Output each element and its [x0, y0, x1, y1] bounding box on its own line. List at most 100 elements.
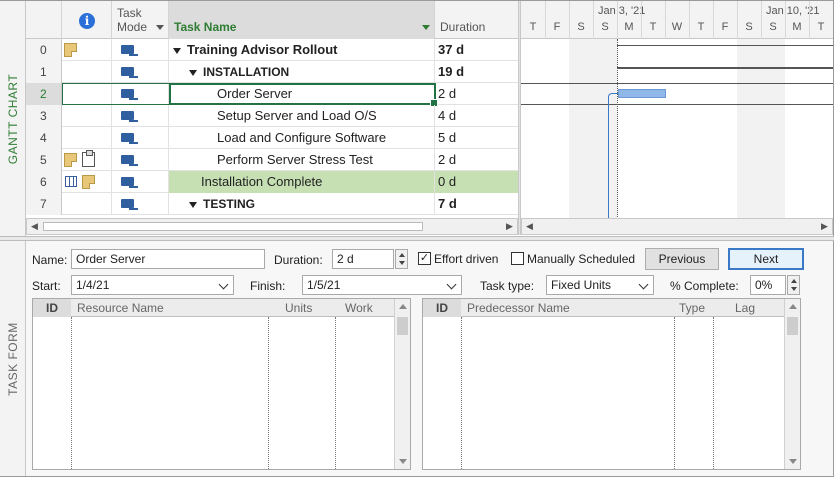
duration-cell[interactable]: 7 d	[435, 193, 518, 215]
duration-input[interactable]: 2 d	[332, 249, 394, 269]
scroll-right-icon[interactable]: ▶	[817, 219, 832, 234]
duration-spinner[interactable]	[395, 249, 408, 269]
table-horizontal-scrollbar[interactable]: ◀ ▶	[26, 218, 518, 235]
percent-complete-spinner[interactable]	[787, 275, 800, 295]
task-name-cell[interactable]: Training Advisor Rollout	[169, 39, 435, 61]
units-header[interactable]: Units	[281, 299, 335, 317]
task-mode-cell[interactable]	[112, 127, 169, 149]
row-number[interactable]: 2	[26, 83, 62, 105]
task-name-column-header[interactable]: Task Name	[169, 1, 435, 39]
chevron-down-icon[interactable]	[446, 279, 457, 290]
scroll-thumb[interactable]	[397, 317, 408, 335]
task-name-cell[interactable]: Installation Complete	[169, 171, 435, 193]
predecessor-name-header[interactable]: Predecessor Name	[463, 299, 663, 317]
table-row[interactable]: 4 Load and Configure Software 5 d	[26, 127, 518, 149]
table-row[interactable]: 1 INSTALLATION 19 d	[26, 61, 518, 83]
chevron-down-icon[interactable]	[638, 279, 649, 290]
task-mode-column-header[interactable]: Task Mode	[112, 1, 169, 39]
table-row-selected[interactable]: 2 Order Server 2 d	[26, 83, 518, 107]
table-row[interactable]: 3 Setup Server and Load O/S 4 d	[26, 105, 518, 127]
collapse-triangle-icon[interactable]	[173, 47, 181, 54]
note-icon[interactable]	[82, 175, 95, 189]
task-mode-cell[interactable]	[112, 105, 169, 127]
task-form-view-label[interactable]: TASK FORM	[0, 241, 26, 476]
scroll-left-icon[interactable]: ◀	[522, 219, 537, 234]
task-mode-cell[interactable]	[112, 193, 169, 215]
chevron-down-icon[interactable]	[156, 25, 164, 30]
duration-cell[interactable]: 5 d	[435, 127, 518, 149]
resources-vertical-scrollbar[interactable]	[394, 299, 410, 469]
note-icon[interactable]	[64, 43, 77, 57]
scroll-left-icon[interactable]: ◀	[27, 219, 42, 234]
resource-id-header[interactable]: ID	[33, 299, 71, 317]
predecessor-id-header[interactable]: ID	[423, 299, 461, 317]
collapse-triangle-icon[interactable]	[189, 69, 197, 76]
task-name-cell[interactable]: Order Server	[169, 83, 435, 105]
row-number[interactable]: 6	[26, 171, 62, 193]
gantt-chart-area[interactable]: Jan 3, '21 Jan 10, '21 T F S S M T W T F…	[521, 1, 833, 218]
duration-cell[interactable]: 0 d	[435, 171, 518, 193]
note-icon[interactable]	[64, 153, 77, 167]
table-row[interactable]: 5 Perform Server Stress Test 2 d	[26, 149, 518, 171]
task-name-cell[interactable]: TESTING	[169, 193, 435, 215]
predecessors-vertical-scrollbar[interactable]	[784, 299, 800, 469]
duration-cell[interactable]: 4 d	[435, 105, 518, 127]
chart-horizontal-scrollbar[interactable]: ◀ ▶	[521, 218, 833, 235]
previous-button[interactable]: Previous	[645, 248, 719, 270]
task-mode-cell[interactable]	[112, 39, 169, 61]
scroll-up-icon[interactable]	[399, 304, 407, 309]
table-row[interactable]: 0 Training Advisor Rollout 37 d	[26, 39, 518, 61]
scroll-thumb[interactable]	[43, 222, 423, 231]
task-name-cell[interactable]: INSTALLATION	[169, 61, 435, 83]
row-number[interactable]: 5	[26, 149, 62, 171]
row-number[interactable]: 1	[26, 61, 62, 83]
duration-cell[interactable]: 2 d	[435, 83, 518, 105]
start-date-input[interactable]: 1/4/21	[71, 275, 234, 295]
timescale-header[interactable]: Jan 3, '21 Jan 10, '21 T F S S M T W T F…	[521, 1, 833, 39]
duration-cell[interactable]: 2 d	[435, 149, 518, 171]
manually-scheduled-checkbox[interactable]	[511, 252, 524, 265]
table-row[interactable]: 7 TESTING 7 d	[26, 193, 518, 215]
row-number[interactable]: 4	[26, 127, 62, 149]
type-header[interactable]: Type	[675, 299, 715, 317]
scroll-up-icon[interactable]	[789, 304, 797, 309]
work-header[interactable]: Work	[341, 299, 393, 317]
summary-task-bar[interactable]	[617, 67, 833, 69]
scroll-down-icon[interactable]	[399, 459, 407, 464]
effort-driven-checkbox[interactable]: ✓	[418, 252, 431, 265]
task-name-cell[interactable]: Setup Server and Load O/S	[169, 105, 435, 127]
row-number[interactable]: 3	[26, 105, 62, 127]
duration-cell[interactable]: 19 d	[435, 61, 518, 83]
scroll-thumb[interactable]	[787, 317, 798, 335]
calendar-icon[interactable]	[65, 176, 77, 187]
predecessors-table[interactable]: ID Predecessor Name Type Lag	[422, 298, 801, 470]
resources-table[interactable]: ID Resource Name Units Work	[32, 298, 411, 470]
task-mode-cell[interactable]	[112, 83, 169, 105]
task-name-cell[interactable]: Load and Configure Software	[169, 127, 435, 149]
percent-complete-input[interactable]: 0%	[750, 275, 786, 295]
task-type-select[interactable]: Fixed Units	[546, 275, 654, 295]
task-name-cell[interactable]: Perform Server Stress Test	[169, 149, 435, 171]
attachment-icon[interactable]	[82, 150, 95, 167]
row-number[interactable]: 7	[26, 193, 62, 215]
indicators-column-header[interactable]: i	[62, 1, 112, 39]
select-all-corner[interactable]	[26, 1, 62, 39]
task-mode-cell[interactable]	[112, 171, 169, 193]
duration-column-header[interactable]: Duration	[435, 1, 518, 39]
task-mode-cell[interactable]	[112, 61, 169, 83]
task-name-input[interactable]: Order Server	[71, 249, 265, 269]
task-bar-order-server[interactable]	[618, 89, 666, 98]
chevron-down-icon[interactable]	[422, 25, 430, 30]
chevron-down-icon[interactable]	[218, 279, 229, 290]
table-row[interactable]: 6 Installation Complete 0 d	[26, 171, 518, 193]
row-number[interactable]: 0	[26, 39, 62, 61]
finish-date-input[interactable]: 1/5/21	[302, 275, 462, 295]
project-summary-bar[interactable]	[617, 45, 833, 46]
task-mode-cell[interactable]	[112, 149, 169, 171]
resource-name-header[interactable]: Resource Name	[73, 299, 265, 317]
lag-header[interactable]: Lag	[731, 299, 781, 317]
scroll-right-icon[interactable]: ▶	[502, 219, 517, 234]
scroll-down-icon[interactable]	[789, 459, 797, 464]
duration-cell[interactable]: 37 d	[435, 39, 518, 61]
next-button[interactable]: Next	[728, 248, 804, 270]
